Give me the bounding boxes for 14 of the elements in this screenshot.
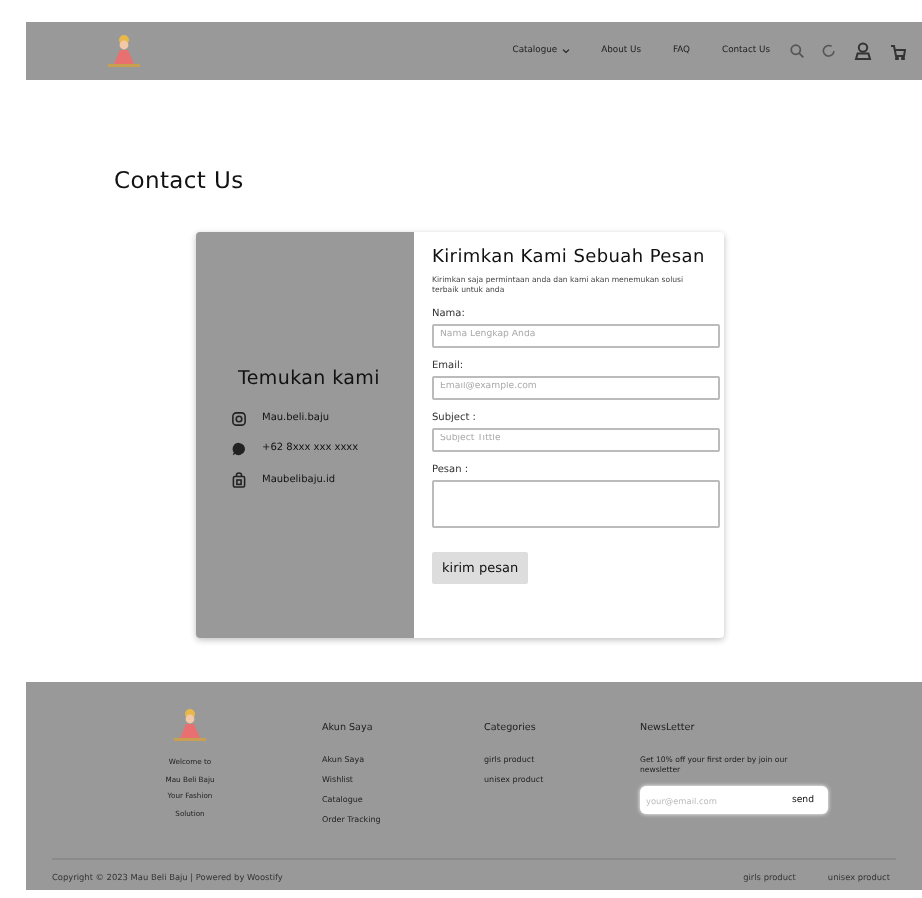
camera-icon	[232, 411, 246, 425]
chat-icon	[232, 441, 246, 455]
search-icon[interactable]	[790, 44, 804, 58]
form-title: Kirimkan Kami Sebuah Pesan	[432, 248, 707, 268]
cart-icon[interactable]	[890, 43, 906, 59]
message-field[interactable]	[432, 479, 720, 528]
caret-icon	[561, 48, 570, 54]
refresh-icon[interactable]	[822, 44, 836, 58]
user-icon[interactable]	[854, 42, 872, 60]
logo-icon[interactable]	[102, 31, 146, 71]
page-title: Contact Us	[114, 166, 246, 194]
bag-icon	[232, 471, 246, 487]
logo-icon[interactable]	[168, 706, 212, 746]
contact-heading: Temukan kami	[238, 367, 382, 389]
